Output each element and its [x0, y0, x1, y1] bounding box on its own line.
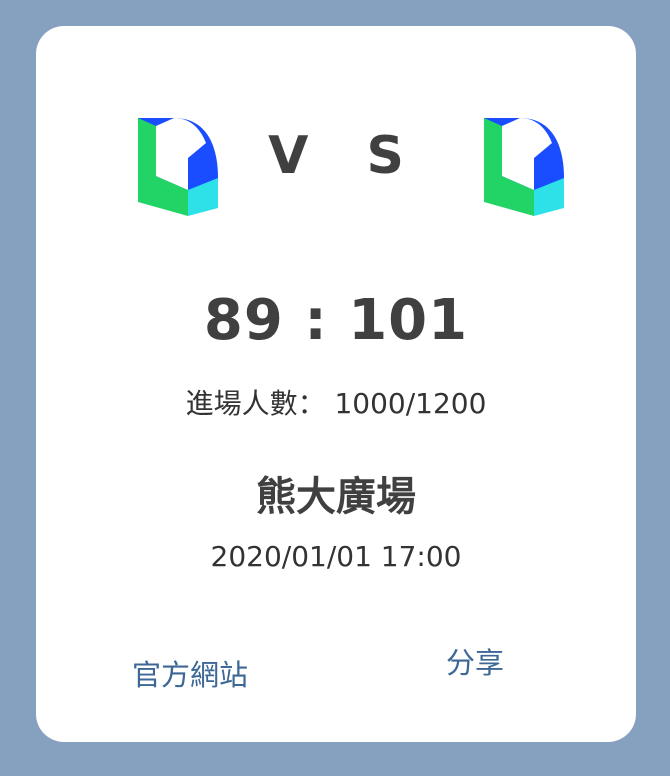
- official-site-link[interactable]: 官方網站: [132, 652, 248, 694]
- match-score: 89 : 101: [203, 288, 469, 353]
- venue-name: 熊大廣場: [256, 474, 416, 520]
- attendance-value: 1000/1200: [334, 387, 487, 420]
- attendance-info: 進場人數： 1000/1200: [36, 382, 636, 422]
- match-datetime: 2020/01/01 17:00: [210, 540, 462, 573]
- attendance-label: 進場人數：: [185, 387, 326, 420]
- match-card: V S 89 : 101 進場人數： 1000/1200 熊大廣場 2020/0…: [36, 26, 636, 742]
- away-team-logo-icon: [484, 118, 564, 216]
- share-link[interactable]: 分享: [446, 640, 504, 682]
